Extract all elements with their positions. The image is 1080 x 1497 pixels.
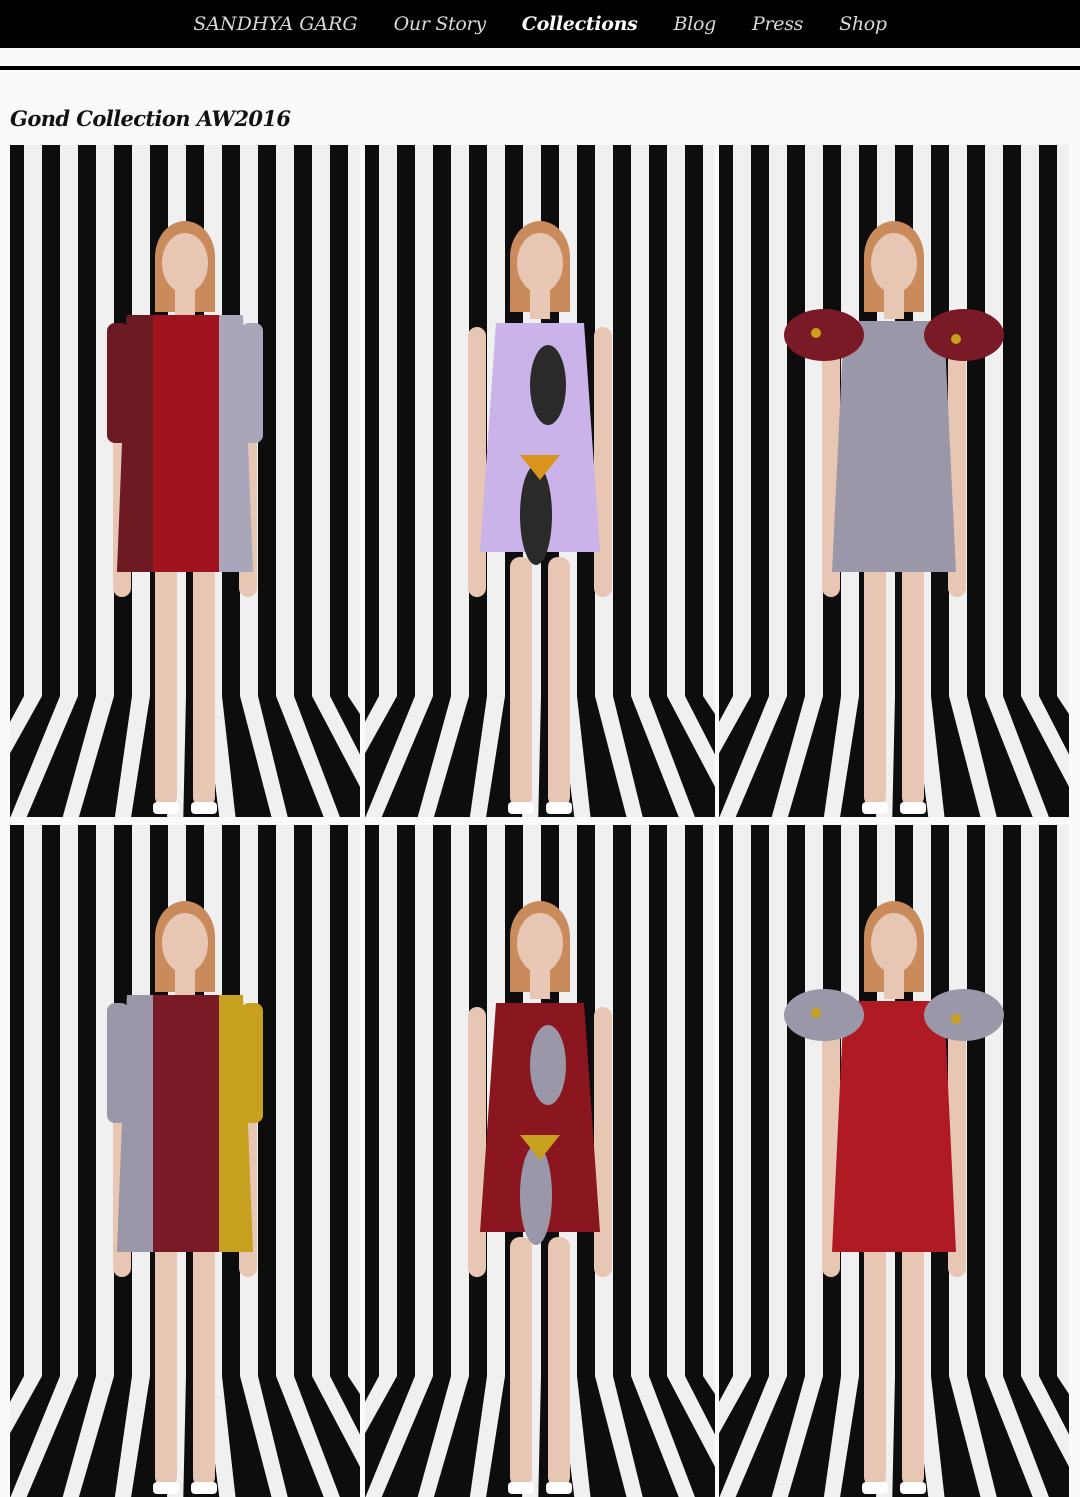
gallery-photo-4[interactable] <box>10 825 360 1497</box>
nav-item-our-story[interactable]: Our Story <box>394 13 486 35</box>
nav-links: SANDHYA GARG Our Story Collections Blog … <box>193 13 887 35</box>
nav-item-shop[interactable]: Shop <box>839 13 887 35</box>
nav-brand-link[interactable]: SANDHYA GARG <box>193 13 357 35</box>
gallery-photo-6[interactable] <box>719 825 1069 1497</box>
model-photo <box>719 145 1069 817</box>
top-navigation-bar: SANDHYA GARG Our Story Collections Blog … <box>0 0 1080 48</box>
gallery-photo-5[interactable] <box>365 825 715 1497</box>
page-title: Gond Collection AW2016 <box>10 106 291 131</box>
model-photo <box>10 145 360 817</box>
nav-item-blog[interactable]: Blog <box>674 13 717 35</box>
model-photo <box>10 825 360 1497</box>
gallery-photo-3[interactable] <box>719 145 1069 817</box>
photo-gallery <box>10 145 1069 1497</box>
gallery-photo-1[interactable] <box>10 145 360 817</box>
model-photo <box>365 145 715 817</box>
header-divider <box>0 66 1080 70</box>
gallery-photo-2[interactable] <box>365 145 715 817</box>
model-photo <box>719 825 1069 1497</box>
nav-item-press[interactable]: Press <box>752 13 803 35</box>
nav-item-collections[interactable]: Collections <box>522 13 638 35</box>
model-photo <box>365 825 715 1497</box>
